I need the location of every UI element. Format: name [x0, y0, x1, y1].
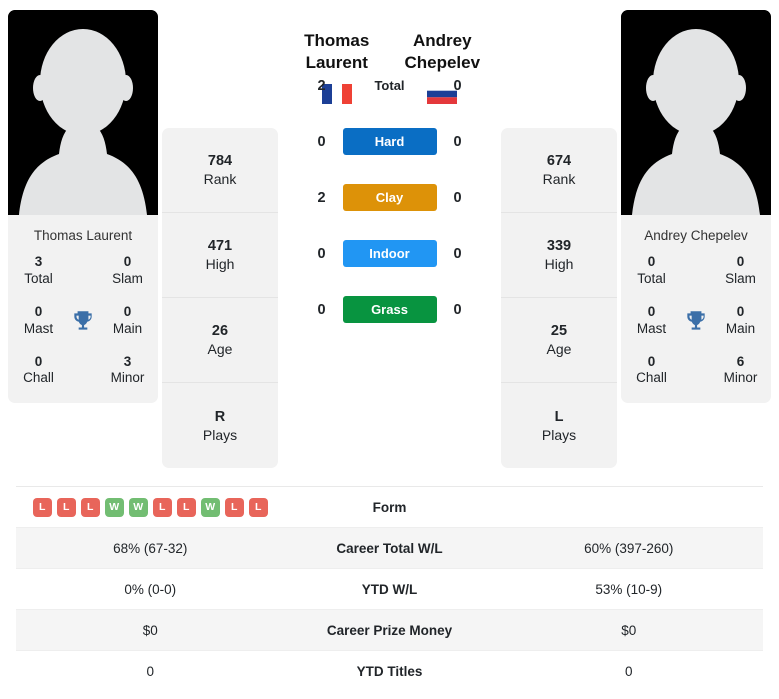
- titles-grid-left: 3 Total 0 Slam 0 Mast 0 Main 0 Chall 3 M…: [8, 254, 158, 403]
- titles-total-right: 0 Total: [637, 254, 666, 286]
- h2h-left-count: 0: [317, 301, 326, 318]
- table-row: 0% (0-0) YTD W/L 53% (10-9): [16, 569, 763, 610]
- titles-total-left: 3 Total: [24, 254, 53, 286]
- form-chip-win: W: [128, 497, 148, 517]
- titles-slam-right: 0 Slam: [725, 254, 756, 286]
- h2h-row-grass: 0 Grass 0: [282, 282, 497, 338]
- table-cell-right: 0: [624, 664, 633, 679]
- form-chip-win: W: [200, 497, 220, 517]
- form-chip-loss: L: [248, 497, 268, 517]
- h2h-row-hard: 0 Hard 0: [282, 114, 497, 170]
- surface-badge-clay[interactable]: Clay: [342, 184, 437, 211]
- titles-mast-left: 0 Mast: [23, 303, 54, 336]
- table-row: 68% (67-32) Career Total W/L 60% (397-260): [16, 528, 763, 569]
- table-cell-right: $0: [621, 622, 637, 638]
- h2h-row-clay: 2 Clay 0: [282, 170, 497, 226]
- table-row: 0 YTD Titles 0: [16, 651, 763, 692]
- h2h-left-count: 0: [317, 245, 326, 262]
- form-chip-loss: L: [224, 497, 244, 517]
- stat-column-left: 784 Rank 471 High 26 Age R Plays: [162, 128, 278, 468]
- table-cell-left: 0% (0-0): [124, 581, 177, 597]
- table-cell-right: 60% (397-260): [584, 540, 674, 556]
- surface-badge-indoor[interactable]: Indoor: [342, 240, 437, 267]
- player-first-name-left: Thomas: [304, 31, 370, 50]
- titles-chall-right: 0 Chall: [636, 353, 667, 386]
- player-avatar-silhouette-icon: [8, 10, 158, 215]
- stat-plays-left: R Plays: [202, 408, 238, 443]
- h2h-right-count: 0: [453, 133, 462, 150]
- stat-high-left: 471 High: [162, 213, 278, 298]
- head-to-head-surface-rows: 2 Total 0 0 Hard 0 2 Clay 0 0 Indoor 0 0 Grass 0: [282, 58, 497, 338]
- form-chip-win: W: [104, 497, 124, 517]
- titles-main-right: 0 Main: [725, 303, 756, 336]
- trophy-icon: [687, 310, 705, 330]
- h2h-right-count: 0: [453, 301, 462, 318]
- titles-slam-left: 0 Slam: [112, 254, 143, 286]
- stat-plays-right: L Plays: [541, 408, 577, 443]
- form-chip-loss: L: [56, 497, 76, 517]
- table-cell-left: 68% (67-32): [113, 540, 188, 556]
- form-chip-loss: L: [32, 497, 52, 517]
- titles-mast-right: 0 Mast: [636, 303, 667, 336]
- titles-main-left: 0 Main: [112, 303, 143, 336]
- table-row-label: YTD Titles: [356, 664, 423, 679]
- h2h-right-count: 0: [453, 189, 462, 206]
- player-photo-right: [621, 10, 771, 215]
- table-row-form: L L L W W L L W L L Form: [16, 487, 763, 528]
- titles-chall-left: 0 Chall: [23, 353, 54, 386]
- titles-minor-right: 6 Minor: [723, 353, 758, 386]
- player-first-name-right: Andrey: [412, 31, 472, 50]
- stat-column-right: 674 Rank 339 High 25 Age L Plays: [501, 128, 617, 468]
- h2h-row-total: 2 Total 0: [282, 58, 497, 114]
- table-cell-left: $0: [142, 622, 158, 638]
- h2h-row-indoor: 0 Indoor 0: [282, 226, 497, 282]
- stat-age-right: 25 Age: [501, 298, 617, 383]
- h2h-right-count: 0: [453, 245, 462, 262]
- table-row-label: Form: [372, 499, 407, 515]
- player-name-under-photo-left: Thomas Laurent: [33, 228, 133, 243]
- form-chip-loss: L: [152, 497, 172, 517]
- h2h-left-count: 2: [317, 77, 326, 94]
- surface-badge-total: Total: [374, 78, 405, 93]
- trophy-icon-right-wrap: [676, 308, 716, 334]
- form-cell-left: LLLWWLLWLL: [16, 497, 285, 517]
- player-avatar-silhouette-icon: [621, 10, 771, 215]
- player-card-right[interactable]: Andrey Chepelev 0 Total 0 Slam 0 Mast 0: [621, 10, 771, 404]
- table-row-label: YTD W/L: [361, 581, 418, 597]
- trophy-icon: [74, 310, 92, 330]
- stat-rank-left: 784 Rank: [162, 128, 278, 213]
- player-comparison-header: Thomas Laurent 3 Total 0 Slam 0 Mast 0 M…: [0, 0, 779, 478]
- surface-badge-grass[interactable]: Grass: [342, 296, 437, 323]
- comparison-stats-table: L L L W W L L W L L Form 68% (67-32) Career Total W/…: [16, 486, 763, 692]
- h2h-left-count: 2: [317, 189, 326, 206]
- stat-rank-right: 674 Rank: [501, 128, 617, 213]
- titles-grid-right: 0 Total 0 Slam 0 Mast 0 Main 0 Chall 6 M…: [621, 254, 771, 403]
- titles-minor-left: 3 Minor: [110, 353, 145, 386]
- form-strip-left: LLLWWLLWLL: [16, 497, 285, 517]
- surface-badge-hard[interactable]: Hard: [342, 128, 437, 155]
- table-row: $0 Career Prize Money $0: [16, 610, 763, 651]
- head-to-head-center: Thomas Laurent Andrey Chepelev 2 Total 0…: [282, 10, 497, 338]
- h2h-right-count: 0: [453, 77, 462, 94]
- trophy-icon-left-wrap: [63, 308, 103, 334]
- stat-high-right: 339 High: [501, 213, 617, 298]
- player-name-under-photo-right: Andrey Chepelev: [644, 228, 748, 243]
- table-row-label: Career Total W/L: [336, 540, 443, 556]
- h2h-left-count: 0: [317, 133, 326, 150]
- form-chip-loss: L: [80, 497, 100, 517]
- stat-age-left: 26 Age: [162, 298, 278, 383]
- table-cell-right: 53% (10-9): [595, 581, 663, 597]
- table-cell-left: 0: [146, 664, 154, 679]
- player-photo-left: [8, 10, 158, 215]
- table-row-label: Career Prize Money: [326, 622, 453, 638]
- player-card-left[interactable]: Thomas Laurent 3 Total 0 Slam 0 Mast 0 M…: [8, 10, 158, 404]
- form-chip-loss: L: [176, 497, 196, 517]
